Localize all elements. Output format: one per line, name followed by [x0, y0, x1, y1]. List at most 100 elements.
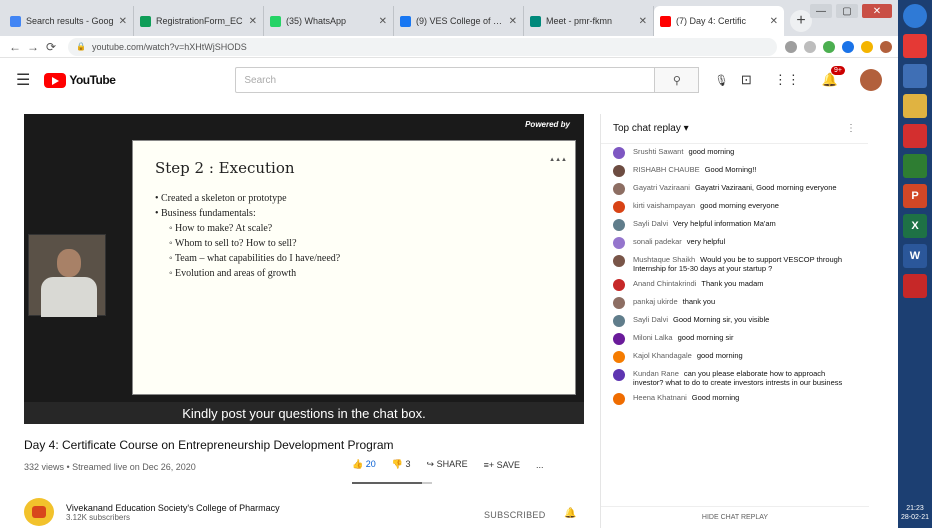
- apps-grid-icon[interactable]: ⋮⋮: [774, 72, 800, 88]
- chat-avatar[interactable]: [613, 279, 625, 291]
- extension-icon[interactable]: [842, 40, 854, 53]
- start-button[interactable]: [903, 4, 927, 28]
- close-tab-icon[interactable]: ✕: [770, 16, 778, 27]
- browser-tab[interactable]: (9) VES College of Pha ✕: [394, 6, 524, 36]
- maximize-button[interactable]: ▢: [836, 4, 858, 18]
- chat-author[interactable]: Kundan Rane: [633, 369, 679, 378]
- tab-title: Search results - Goog: [26, 16, 114, 26]
- chat-text: good morning sir: [677, 333, 734, 342]
- browser-tab[interactable]: Meet - pmr-fkmn ✕: [524, 6, 654, 36]
- more-options-icon[interactable]: ⋮: [846, 123, 856, 134]
- like-button[interactable]: 👍 20: [352, 459, 376, 470]
- publisher-icon[interactable]: [903, 154, 927, 178]
- chat-author[interactable]: Sayli Dalvi: [633, 315, 668, 324]
- chat-author[interactable]: Miloni Lalka: [633, 333, 673, 342]
- chat-message: Sayli Dalvi Good Morning sir, you visible: [601, 312, 868, 330]
- chat-mode-dropdown[interactable]: Top chat replay ▾: [613, 123, 689, 134]
- close-tab-icon[interactable]: ✕: [119, 16, 127, 27]
- chat-author[interactable]: pankaj ukirde: [633, 297, 678, 306]
- chat-author[interactable]: Gayatri Vaziraani: [633, 183, 690, 192]
- system-clock[interactable]: 21:23 28-02-21: [898, 504, 932, 522]
- chat-avatar[interactable]: [613, 201, 625, 213]
- chat-author[interactable]: Sayli Dalvi: [633, 219, 668, 228]
- folder-icon[interactable]: [903, 94, 927, 118]
- chat-author[interactable]: Srushti Sawant: [633, 147, 683, 156]
- chat-author[interactable]: kirti vaishampayan: [633, 201, 695, 210]
- share-button[interactable]: ↪ SHARE: [427, 459, 468, 470]
- chat-avatar[interactable]: [613, 393, 625, 405]
- dislike-button[interactable]: 👎 3: [392, 459, 411, 470]
- chat-author[interactable]: Heena Khatnani: [633, 393, 687, 402]
- new-tab-button[interactable]: +: [790, 10, 812, 32]
- chat-avatar[interactable]: [613, 333, 625, 345]
- youtube-logo[interactable]: YouTube: [44, 72, 116, 88]
- tool-icon[interactable]: [903, 274, 927, 298]
- hide-chat-button[interactable]: HIDE CHAT REPLAY: [601, 506, 869, 528]
- chat-author[interactable]: RISHABH CHAUBE: [633, 165, 700, 174]
- chat-author[interactable]: sonali padekar: [633, 237, 682, 246]
- chat-avatar[interactable]: [613, 147, 625, 159]
- presentation-slide: ▲▲▲ Step 2 : Execution • Created a skele…: [132, 140, 576, 395]
- chat-avatar[interactable]: [613, 369, 625, 381]
- star-icon[interactable]: [804, 40, 816, 53]
- chat-avatar[interactable]: [613, 351, 625, 363]
- bullet-text: Whom to sell to? How to sell?: [174, 238, 297, 249]
- reload-icon[interactable]: ⟳: [42, 40, 60, 54]
- minimize-button[interactable]: —: [810, 4, 832, 18]
- chat-avatar[interactable]: [613, 219, 625, 231]
- search-button[interactable]: ⚲: [655, 67, 700, 93]
- chat-message: Srushti Sawant good morning: [601, 144, 868, 162]
- extension-icon[interactable]: [861, 40, 873, 53]
- profile-icon[interactable]: [880, 40, 892, 53]
- forward-icon[interactable]: →: [24, 40, 42, 54]
- chrome-icon[interactable]: [903, 34, 927, 58]
- word-icon[interactable]: W: [903, 244, 927, 268]
- chat-avatar[interactable]: [613, 237, 625, 249]
- share-label: SHARE: [436, 459, 468, 469]
- search-input[interactable]: Search: [235, 67, 656, 93]
- url-field[interactable]: 🔒 youtube.com/watch?v=hXHtWjSHODS: [68, 37, 777, 56]
- excel-icon[interactable]: X: [903, 214, 927, 238]
- browser-tab[interactable]: Search results - Goog ✕: [4, 6, 134, 36]
- browser-tab[interactable]: (35) WhatsApp ✕: [264, 6, 394, 36]
- pdf-icon[interactable]: [903, 124, 927, 148]
- back-icon[interactable]: ←: [6, 40, 24, 54]
- chat-message: pankaj ukirde thank you: [601, 294, 868, 312]
- chat-avatar[interactable]: [613, 183, 625, 195]
- slide-bullet: ◦ Whom to sell to? How to sell?: [169, 238, 297, 249]
- account-avatar[interactable]: [860, 69, 882, 91]
- close-tab-icon[interactable]: ✕: [379, 16, 387, 27]
- chat-message: Kajol Khandagale good morning: [601, 348, 868, 366]
- window-controls: — ▢ ✕: [810, 4, 892, 18]
- extension-icon[interactable]: [823, 40, 835, 53]
- chat-avatar[interactable]: [613, 255, 625, 267]
- more-actions-button[interactable]: ...: [536, 460, 544, 470]
- menu-icon[interactable]: ☰: [16, 70, 30, 90]
- browser-tab[interactable]: RegistrationForm_EC ✕: [134, 6, 264, 36]
- tab-title: (9) VES College of Pha: [416, 16, 505, 26]
- create-video-icon[interactable]: ⊡: [741, 72, 752, 88]
- chat-avatar[interactable]: [613, 315, 625, 327]
- channel-name[interactable]: Vivekanand Education Society's College o…: [66, 503, 280, 513]
- save-button[interactable]: ≡+ SAVE: [484, 460, 520, 470]
- video-player[interactable]: Powered by ▲▲▲ Step 2 : Execution • Crea…: [24, 114, 584, 424]
- voice-search-button[interactable]: 🎙: [709, 68, 733, 92]
- chat-avatar[interactable]: [613, 165, 625, 177]
- zoom-icon[interactable]: [785, 40, 797, 53]
- notifications-button[interactable]: 🔔 9+: [822, 66, 845, 88]
- browser-tab[interactable]: (7) Day 4: Certific ✕: [654, 6, 784, 36]
- close-tab-icon[interactable]: ✕: [639, 16, 647, 27]
- close-tab-icon[interactable]: ✕: [509, 16, 517, 27]
- save-icon[interactable]: [903, 64, 927, 88]
- powerpoint-icon[interactable]: P: [903, 184, 927, 208]
- slide-logo: ▲▲▲: [549, 157, 567, 163]
- subscribed-button[interactable]: SUBSCRIBED: [484, 510, 546, 520]
- chat-author[interactable]: Anand Chintakrindi: [633, 279, 696, 288]
- chat-avatar[interactable]: [613, 297, 625, 309]
- channel-logo[interactable]: [24, 498, 54, 526]
- subscription-bell-icon[interactable]: 🔔: [564, 508, 576, 519]
- close-tab-icon[interactable]: ✕: [249, 16, 257, 27]
- chat-author[interactable]: Mushtaque Shaikh: [633, 255, 695, 264]
- close-window-button[interactable]: ✕: [862, 4, 892, 18]
- chat-author[interactable]: Kajol Khandagale: [633, 351, 692, 360]
